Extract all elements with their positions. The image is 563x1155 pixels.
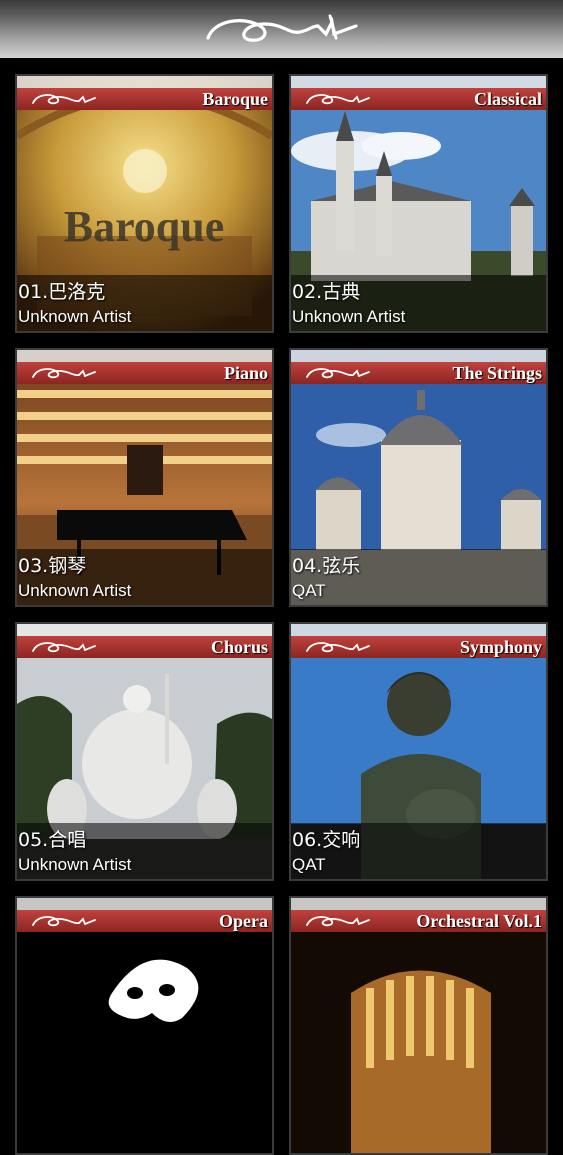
genre-label: Symphony [459, 637, 542, 657]
album-caption: 04.弦乐 QAT [291, 549, 546, 605]
card-top-strip [291, 624, 546, 636]
album-caption: 01.巴洛克 Unknown Artist [17, 275, 272, 331]
genre-banner: Classical [291, 88, 546, 110]
album-artist: Unknown Artist [292, 307, 406, 326]
album-caption: 05.合唱 Unknown Artist [17, 823, 272, 879]
genre-label: Opera [219, 911, 268, 931]
album-art-opera [17, 898, 272, 1153]
album-title: 05.合唱 [18, 829, 87, 851]
album-card-classical[interactable]: Classical 02.古典 Unknown Artist [289, 74, 548, 333]
album-artist: Unknown Artist [18, 307, 132, 326]
top-bar [0, 0, 563, 58]
genre-label: The Strings [452, 363, 542, 383]
genre-label: Orchestral Vol.1 [416, 911, 542, 931]
album-title: 02.古典 [292, 281, 361, 303]
card-top-strip [291, 350, 546, 362]
album-caption: 02.古典 Unknown Artist [291, 275, 546, 331]
album-artist: Unknown Artist [18, 581, 132, 600]
album-caption: 03.钢琴 Unknown Artist [17, 549, 272, 605]
genre-label: Classical [473, 89, 542, 109]
ort-logo-icon [306, 642, 370, 653]
album-card-piano[interactable]: Piano 03.钢琴 Unknown Artist [15, 348, 274, 607]
album-caption: 06.交响 QAT [291, 823, 546, 879]
genre-banner: Symphony [291, 636, 546, 658]
album-card-the-strings[interactable]: The Strings 04.弦乐 QAT [289, 348, 548, 607]
album-card-chorus[interactable]: Chorus 05.合唱 Unknown Artist [15, 622, 274, 881]
svg-text:Baroque: Baroque [64, 202, 225, 251]
card-top-strip [17, 350, 272, 362]
genre-banner: Opera [17, 910, 272, 932]
album-title: 06.交响 [292, 829, 361, 851]
album-card-orchestral-vol1[interactable]: Orchestral Vol.1 [289, 896, 548, 1155]
album-card-opera[interactable]: Opera [15, 896, 274, 1155]
ort-logo-icon [32, 94, 96, 105]
ort-logo-icon [306, 916, 370, 927]
ort-logo-icon [32, 916, 96, 927]
genre-banner: Piano [17, 362, 272, 384]
app-logo-icon [206, 14, 358, 42]
ort-logo-icon [306, 94, 370, 105]
ort-logo-icon [32, 642, 96, 653]
genre-banner: Baroque [17, 88, 272, 110]
album-title: 04.弦乐 [292, 555, 361, 577]
album-title: 01.巴洛克 [18, 281, 106, 303]
genre-label: Piano [223, 363, 268, 383]
album-artist: Unknown Artist [18, 855, 132, 874]
album-card-symphony[interactable]: Symphony 06.交响 QAT [289, 622, 548, 881]
card-top-strip [291, 76, 546, 88]
card-top-strip [17, 76, 272, 88]
card-top-strip [291, 898, 546, 910]
genre-banner: Orchestral Vol.1 [291, 910, 546, 932]
card-top-strip [17, 898, 272, 910]
album-artist: QAT [292, 855, 326, 874]
ort-logo-icon [306, 368, 370, 379]
album-artist: QAT [292, 581, 326, 600]
genre-label: Baroque [202, 89, 268, 109]
album-card-baroque[interactable]: Baroque Baroque 01.巴洛克 Unknown Artist [15, 74, 274, 333]
album-title: 03.钢琴 [18, 555, 87, 577]
genre-banner: The Strings [291, 362, 546, 384]
album-art-orchestral-vol1 [291, 898, 546, 1153]
genre-label: Chorus [210, 637, 268, 657]
ort-logo-icon [32, 368, 96, 379]
genre-banner: Chorus [17, 636, 272, 658]
card-top-strip [17, 624, 272, 636]
album-grid: Baroque Baroque 01.巴洛克 Unknown Artist Cl… [0, 58, 563, 1155]
